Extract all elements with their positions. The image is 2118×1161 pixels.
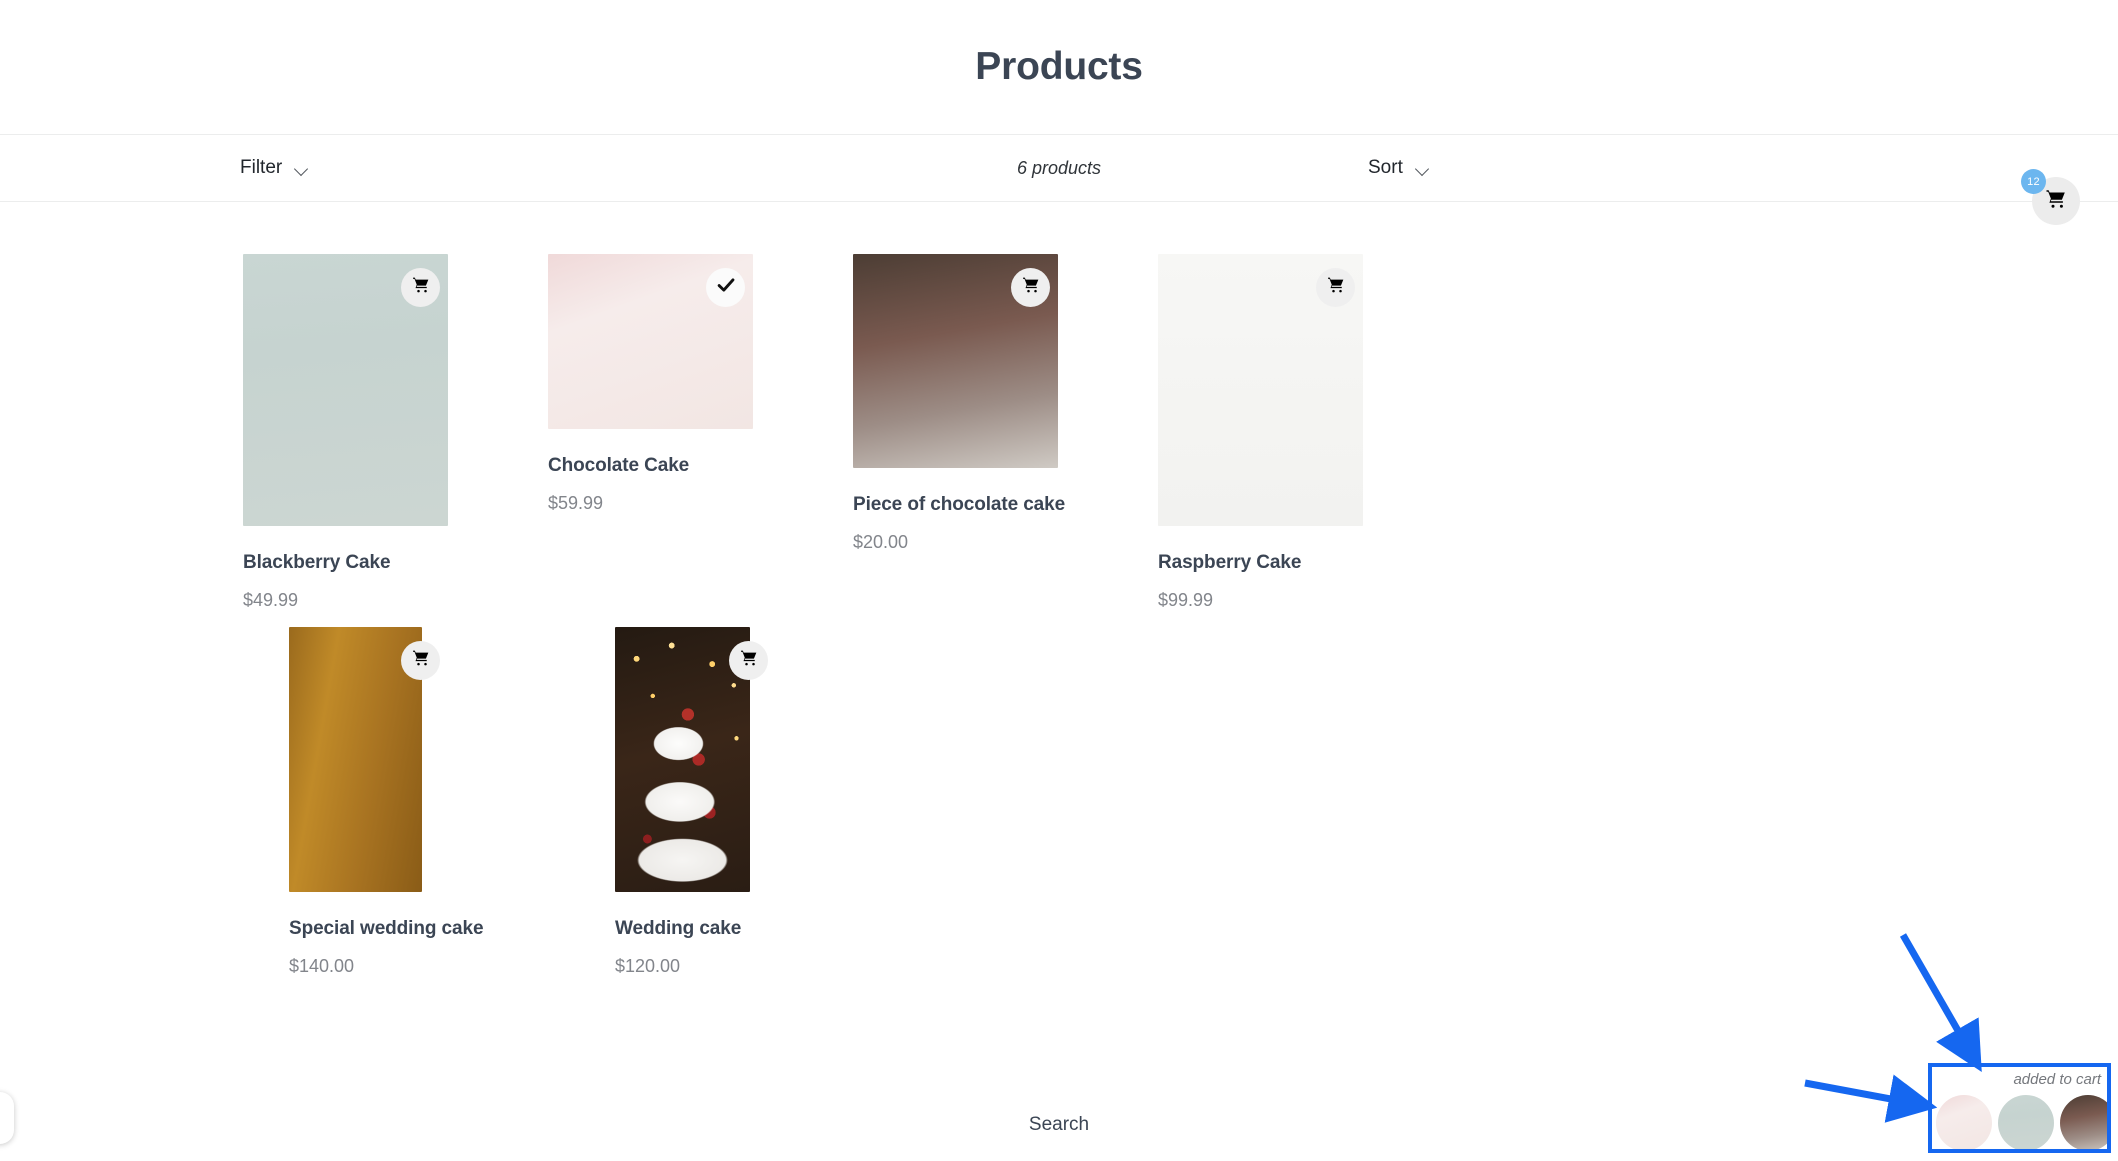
product-thumb-wrap[interactable] — [615, 627, 768, 892]
shopping-cart-icon — [411, 648, 431, 673]
toast-thumbnail-list — [1936, 1095, 2107, 1149]
toast-thumbnail[interactable] — [2060, 1095, 2107, 1149]
product-title: Chocolate Cake — [548, 455, 690, 476]
product-card[interactable]: Piece of chocolate cake $20.00 — [853, 254, 1158, 611]
product-title: Special wedding cake — [289, 918, 484, 939]
product-price: $120.00 — [615, 956, 681, 976]
toast-thumbnail[interactable] — [1998, 1095, 2054, 1149]
shopping-cart-icon — [1021, 275, 1041, 300]
cart-count-badge: 12 — [2021, 169, 2046, 194]
product-thumb-wrap[interactable] — [243, 254, 448, 526]
add-to-cart-button[interactable] — [401, 641, 440, 680]
add-to-cart-button[interactable] — [401, 268, 440, 307]
annotation-arrow-left — [1804, 1074, 1938, 1123]
product-card[interactable]: Wedding cake $120.00 — [615, 627, 920, 977]
annotation-arrow-top — [1899, 933, 1982, 1072]
search-label: Search — [1028, 1114, 1090, 1135]
product-thumb-wrap[interactable] — [1158, 254, 1363, 526]
sort-label: Sort — [1368, 157, 1403, 178]
toast-thumbnail[interactable] — [1936, 1095, 1992, 1149]
shopping-cart-icon — [2044, 187, 2068, 216]
product-thumb-wrap[interactable] — [548, 254, 753, 429]
product-card[interactable]: Chocolate Cake $59.99 — [548, 254, 853, 611]
product-title: Wedding cake — [615, 918, 742, 939]
product-card[interactable]: Blackberry Cake $49.99 — [243, 254, 548, 611]
add-to-cart-button[interactable] — [1011, 268, 1050, 307]
product-price: $140.00 — [289, 956, 355, 976]
product-price: $20.00 — [853, 532, 909, 552]
sort-dropdown[interactable]: Sort — [1368, 157, 1430, 179]
product-price: $49.99 — [243, 590, 299, 610]
toast-label: added to cart — [2013, 1071, 2101, 1088]
added-to-cart-toast[interactable]: added to cart — [1928, 1063, 2111, 1153]
shopping-cart-icon — [411, 275, 431, 300]
product-price: $99.99 — [1158, 590, 1214, 610]
filter-label: Filter — [240, 157, 283, 178]
shopping-cart-icon — [739, 648, 759, 673]
filter-dropdown[interactable]: Filter — [240, 157, 309, 179]
page-title: Products — [975, 45, 1143, 88]
product-card[interactable]: Raspberry Cake $99.99 — [1158, 254, 1463, 611]
shopping-cart-icon — [1326, 275, 1346, 300]
product-thumb-wrap[interactable] — [289, 627, 440, 892]
product-thumb-wrap[interactable] — [853, 254, 1058, 468]
chevron-down-icon — [1416, 164, 1430, 173]
added-to-cart-indicator[interactable] — [706, 268, 745, 307]
product-title: Raspberry Cake — [1158, 552, 1302, 573]
products-toolbar: 6 products Filter Sort — [0, 134, 2118, 202]
product-grid: Blackberry Cake $49.99 Chocolate Cake $5… — [243, 254, 1473, 993]
product-card[interactable]: Special wedding cake $140.00 — [289, 627, 594, 977]
product-title: Blackberry Cake — [243, 552, 391, 573]
check-icon — [715, 274, 737, 301]
corner-widget[interactable] — [0, 1092, 14, 1144]
search-link[interactable]: Search — [0, 1114, 2118, 1136]
product-title: Piece of chocolate cake — [853, 494, 1066, 515]
chevron-down-icon — [295, 164, 309, 173]
products-page: Products 6 products Filter Sort 12 Black… — [0, 0, 2118, 1161]
page-header: Products — [0, 0, 2118, 134]
product-price: $59.99 — [548, 493, 604, 513]
add-to-cart-button[interactable] — [729, 641, 768, 680]
add-to-cart-button[interactable] — [1316, 268, 1355, 307]
